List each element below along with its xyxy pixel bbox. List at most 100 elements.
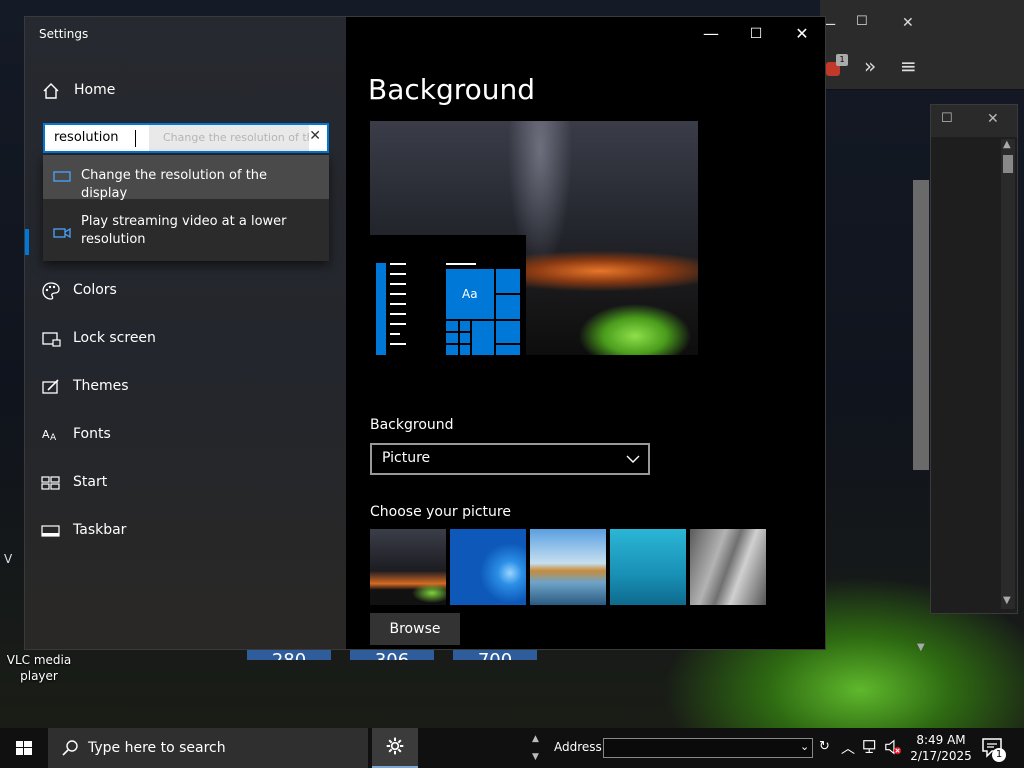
settings-search-input[interactable]: resolution Change the resolution of the …: [43, 123, 329, 153]
clear-search-icon[interactable]: ✕: [309, 128, 321, 144]
address-dropdown-icon[interactable]: ⌄: [800, 740, 809, 753]
taskbar-settings-app[interactable]: [372, 728, 418, 768]
volume-muted-icon[interactable]: [884, 738, 902, 756]
bg-window-close-button[interactable]: ✕: [987, 111, 999, 127]
search-suggestions-dropdown: Change the resolution of the display Pla…: [43, 155, 329, 261]
sidebar-item-colors[interactable]: Colors: [25, 271, 346, 311]
refresh-icon[interactable]: ↻: [819, 739, 830, 754]
picture-thumbnail[interactable]: [610, 529, 686, 605]
bg-window-maximize-button[interactable]: ☐: [941, 111, 953, 126]
maximize-button[interactable]: ☐: [741, 23, 771, 45]
address-input[interactable]: [603, 738, 813, 758]
suggestion-label: Play streaming video at a lower resoluti…: [81, 214, 287, 247]
sidebar-item-start[interactable]: Start: [25, 463, 346, 503]
desktop-icon-partial-label: V: [4, 552, 13, 566]
choose-picture-label: Choose your picture: [370, 504, 511, 520]
background-number-chip: 700: [453, 650, 537, 660]
extension-badge: 1: [836, 54, 848, 66]
sidebar-item-label: Home: [74, 82, 116, 98]
system-clock[interactable]: 8:49 AM 2/17/2025: [906, 732, 976, 764]
search-icon: [62, 740, 78, 756]
picture-thumbnail[interactable]: [530, 529, 606, 605]
select-value: Picture: [382, 450, 431, 466]
themes-icon: [42, 379, 59, 394]
browser-close-button[interactable]: ✕: [902, 15, 914, 31]
preview-line: [390, 283, 406, 285]
preview-line: [390, 293, 406, 295]
windows-start-icon[interactable]: [0, 728, 48, 768]
sidebar-item-home[interactable]: Home: [25, 71, 346, 111]
sidebar-item-lock-screen[interactable]: Lock screen: [25, 319, 346, 359]
search-input-value: resolution: [54, 130, 119, 145]
monitor-icon: [53, 171, 71, 182]
scroll-down-icon[interactable]: ▼: [917, 642, 925, 653]
bg-window-scrollbar[interactable]: ▲ ▼: [1001, 139, 1015, 609]
text-caret: [135, 130, 136, 147]
picture-thumbnail[interactable]: [370, 529, 446, 605]
sidebar-item-fonts[interactable]: A A Fonts: [25, 415, 346, 455]
preview-list-bar: [376, 263, 386, 355]
preview-line: [390, 303, 406, 305]
home-icon: [43, 83, 59, 99]
sidebar-item-taskbar[interactable]: Taskbar: [25, 511, 346, 551]
settings-sidebar: Settings Home resolution Change the reso…: [25, 17, 346, 649]
chevron-down-icon: [626, 455, 640, 463]
background-preview-image: Aa: [370, 121, 698, 355]
preview-line: [390, 263, 406, 265]
clock-date: 2/17/2025: [910, 749, 972, 763]
taskbar-search-box[interactable]: Type here to search: [48, 728, 368, 768]
sidebar-item-label: Fonts: [73, 426, 111, 442]
vlc-desktop-icon-label[interactable]: VLC media player: [4, 652, 74, 684]
preview-tile-header: [446, 263, 476, 265]
preview-line: [390, 323, 406, 325]
notification-count-badge: 1: [992, 748, 1006, 762]
taskbar-icon: [41, 525, 60, 537]
taskbar: Type here to search ▲ ▼ Address ⌄ ↻ ︿ 8:…: [0, 728, 1024, 768]
preview-line: [390, 343, 406, 345]
page-title: Background: [368, 73, 536, 106]
search-autocomplete-ghost: Change the resolution of the display: [149, 125, 309, 151]
scroll-up-icon[interactable]: ▲: [1003, 139, 1011, 150]
browse-button[interactable]: Browse: [370, 613, 460, 645]
sidebar-item-label: Start: [73, 474, 108, 490]
background-type-select[interactable]: Picture: [370, 443, 650, 475]
video-icon: [53, 227, 71, 239]
network-icon[interactable]: [862, 738, 880, 756]
sidebar-item-themes[interactable]: Themes: [25, 367, 346, 407]
tile-divider: [470, 321, 472, 355]
picture-thumbnail[interactable]: [690, 529, 766, 605]
preview-tile-label: Aa: [462, 287, 478, 301]
picture-thumbnail[interactable]: [450, 529, 526, 605]
palette-icon: [42, 282, 60, 300]
close-button[interactable]: ✕: [787, 23, 817, 45]
browser-menu-button[interactable]: ≡: [900, 54, 917, 78]
background-number-chip: 280: [247, 650, 331, 660]
minimize-button[interactable]: —: [696, 23, 726, 45]
settings-window: Settings Home resolution Change the reso…: [24, 16, 826, 650]
lock-screen-icon: [42, 332, 61, 347]
scroll-down-icon[interactable]: ▼: [532, 752, 539, 762]
toolbar-scroll-arrows[interactable]: ▲ ▼: [530, 728, 544, 768]
search-suggestion-item[interactable]: Change the resolution of the display: [43, 155, 329, 201]
settings-scrollbar-thumb[interactable]: [913, 180, 929, 470]
gear-icon: [386, 737, 404, 755]
preview-line: [390, 273, 406, 275]
sidebar-item-label: Lock screen: [73, 330, 156, 346]
background-settings-page: — ☐ ✕ Background Aa Background Picture C…: [346, 17, 825, 649]
search-suggestion-item[interactable]: Play streaming video at a lower resoluti…: [43, 205, 329, 261]
tile-divider: [458, 321, 460, 355]
sidebar-item-label: Themes: [73, 378, 129, 394]
scroll-up-icon[interactable]: ▲: [532, 734, 539, 744]
background-browser-window: — ☐ ✕ » ≡: [820, 0, 1024, 90]
browser-overflow-button[interactable]: »: [864, 54, 876, 78]
tile-divider: [496, 293, 520, 295]
background-field-label: Background: [370, 417, 454, 433]
address-toolbar-label: Address: [554, 740, 602, 754]
svg-text:A: A: [42, 428, 50, 441]
scroll-down-icon[interactable]: ▼: [1003, 595, 1011, 606]
sidebar-item-label: Colors: [73, 282, 117, 298]
browser-maximize-button[interactable]: ☐: [856, 14, 868, 29]
fonts-icon: A A: [42, 428, 57, 443]
scroll-thumb[interactable]: [1003, 155, 1013, 173]
tray-expand-icon[interactable]: ︿: [841, 738, 855, 758]
